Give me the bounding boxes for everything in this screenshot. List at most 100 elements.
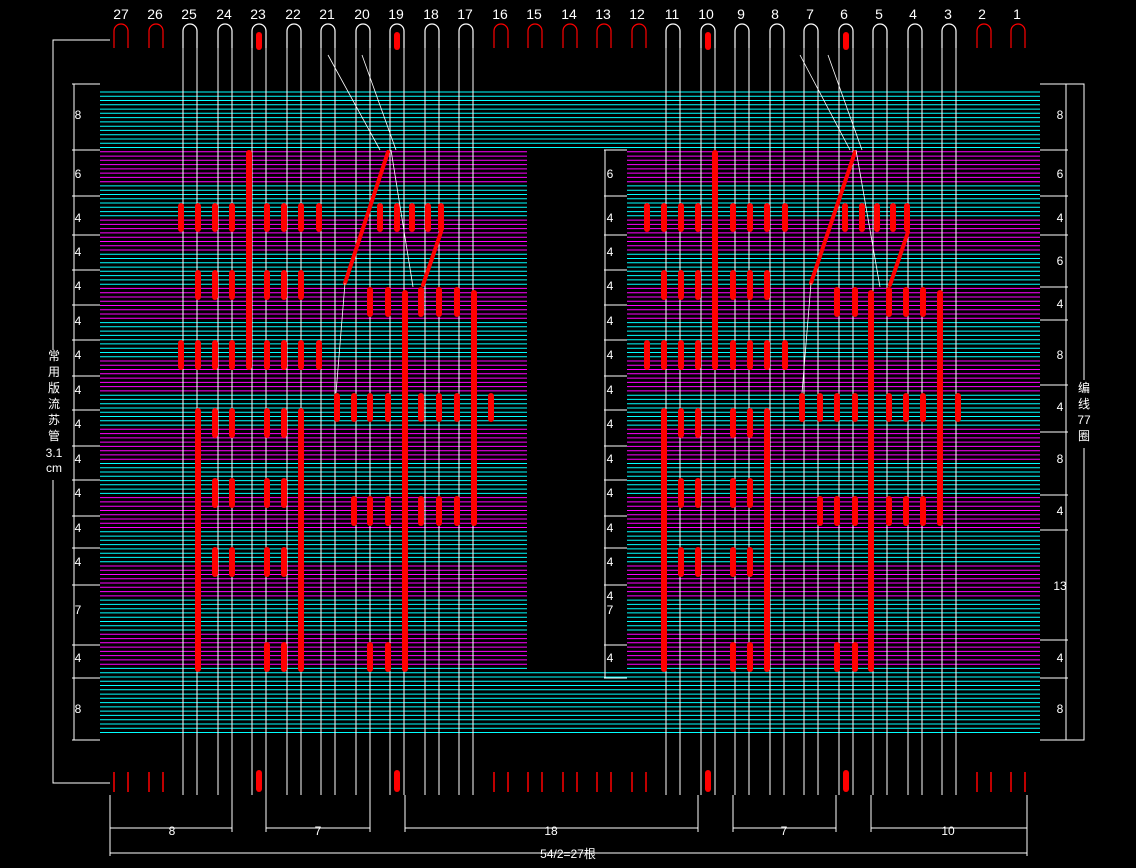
left-dimension-labels: 8 6 4 4 4 4 4 4 4 4 4 4 4 7 4 8 bbox=[75, 108, 82, 716]
red-bar bbox=[229, 340, 235, 370]
red-bar bbox=[281, 408, 287, 438]
left-dim-label: 4 bbox=[75, 417, 82, 431]
red-bar bbox=[178, 203, 184, 232]
red-bar bbox=[436, 393, 442, 422]
red-bar bbox=[195, 203, 201, 232]
column-number: 8 bbox=[771, 6, 779, 22]
column-number: 23 bbox=[250, 6, 266, 22]
left-dim-label: 8 bbox=[75, 108, 82, 122]
red-bar bbox=[834, 496, 840, 526]
left-dim-label: 4 bbox=[75, 486, 82, 500]
red-bar bbox=[661, 340, 667, 370]
center-dim-label: 4 bbox=[607, 589, 614, 603]
red-bar bbox=[799, 393, 805, 422]
right-dim-label: 6 bbox=[1057, 167, 1064, 181]
horizontal-weft-lines bbox=[100, 91, 1040, 733]
top-marker bbox=[256, 32, 262, 50]
warp-loop bbox=[631, 23, 647, 48]
right-dim-label: 8 bbox=[1057, 702, 1064, 716]
center-dim-label: 4 bbox=[607, 521, 614, 535]
red-bar bbox=[920, 496, 926, 526]
red-bar bbox=[782, 340, 788, 370]
red-bar bbox=[212, 408, 218, 438]
red-bar bbox=[418, 393, 424, 422]
warp-loop bbox=[976, 23, 992, 48]
center-dim-label: 4 bbox=[607, 245, 614, 259]
left-label-line: cm bbox=[46, 461, 62, 475]
red-bar bbox=[212, 340, 218, 370]
red-bar bbox=[661, 408, 667, 672]
column-number: 3 bbox=[944, 6, 952, 22]
column-number: 11 bbox=[665, 6, 680, 22]
red-bar bbox=[852, 287, 858, 317]
red-bar bbox=[229, 203, 235, 232]
red-bar bbox=[394, 203, 400, 232]
right-dim-label: 4 bbox=[1057, 400, 1064, 414]
red-bar bbox=[695, 203, 701, 232]
red-bar bbox=[661, 203, 667, 232]
red-bar bbox=[454, 496, 460, 526]
center-dim-label: 4 bbox=[607, 279, 614, 293]
warp-loop bbox=[424, 23, 440, 48]
red-bar bbox=[764, 340, 770, 370]
red-bar bbox=[488, 393, 494, 422]
red-bar bbox=[764, 270, 770, 300]
red-bar bbox=[730, 270, 736, 300]
red-bar bbox=[195, 408, 201, 672]
red-bar bbox=[764, 408, 770, 672]
right-dim-label: 8 bbox=[1057, 452, 1064, 466]
red-bar bbox=[438, 203, 444, 232]
red-bar bbox=[367, 393, 373, 422]
right-label-line: 线 bbox=[1078, 397, 1090, 411]
red-bar bbox=[874, 203, 880, 232]
red-bar bbox=[351, 393, 357, 422]
column-number: 24 bbox=[216, 6, 232, 22]
center-dim-label: 4 bbox=[607, 348, 614, 362]
warp-loop bbox=[665, 23, 681, 48]
red-bar bbox=[334, 393, 340, 422]
red-bar bbox=[834, 642, 840, 672]
red-bar bbox=[678, 203, 684, 232]
red-bar bbox=[418, 496, 424, 526]
red-bar bbox=[229, 408, 235, 438]
warp-loop bbox=[769, 23, 785, 48]
column-number: 21 bbox=[319, 6, 335, 22]
right-dimension-labels: 8 6 4 6 4 8 4 8 4 13 4 8 bbox=[1053, 108, 1067, 716]
red-bar bbox=[661, 270, 667, 300]
column-number: 6 bbox=[840, 6, 848, 22]
red-bar bbox=[834, 287, 840, 317]
column-number: 25 bbox=[181, 6, 197, 22]
left-dim-label: 7 bbox=[75, 603, 82, 617]
red-bar bbox=[747, 203, 753, 232]
left-dim-label: 4 bbox=[75, 521, 82, 535]
bottom-segment-label: 18 bbox=[544, 824, 558, 838]
red-bar bbox=[298, 340, 304, 370]
red-bar bbox=[764, 203, 770, 232]
right-dim-label: 13 bbox=[1053, 579, 1067, 593]
red-bar bbox=[195, 270, 201, 300]
right-dim-label: 8 bbox=[1057, 108, 1064, 122]
center-dim-label: 4 bbox=[607, 452, 614, 466]
red-bar bbox=[868, 290, 874, 672]
connector-line bbox=[361, 54, 397, 151]
bottom-dimension-labels: 8 7 18 7 10 54/2=27根 bbox=[169, 824, 955, 861]
right-dim-label: 6 bbox=[1057, 254, 1064, 268]
column-number: 26 bbox=[147, 6, 163, 22]
red-bar bbox=[281, 340, 287, 370]
red-bar bbox=[264, 547, 270, 577]
top-marker bbox=[394, 32, 400, 50]
red-bar bbox=[264, 408, 270, 438]
bottom-segment-label: 8 bbox=[169, 824, 176, 838]
red-bar bbox=[747, 642, 753, 672]
bottom-segment-label: 7 bbox=[781, 824, 788, 838]
red-bar bbox=[730, 408, 736, 438]
right-dim-label: 4 bbox=[1057, 651, 1064, 665]
red-bar bbox=[644, 203, 650, 232]
red-bar bbox=[454, 393, 460, 422]
red-bar bbox=[178, 340, 184, 370]
bottom-marker bbox=[256, 770, 262, 792]
column-number: 18 bbox=[423, 6, 439, 22]
red-bar bbox=[229, 270, 235, 300]
red-bar bbox=[436, 287, 442, 317]
warp-loop bbox=[320, 23, 336, 48]
